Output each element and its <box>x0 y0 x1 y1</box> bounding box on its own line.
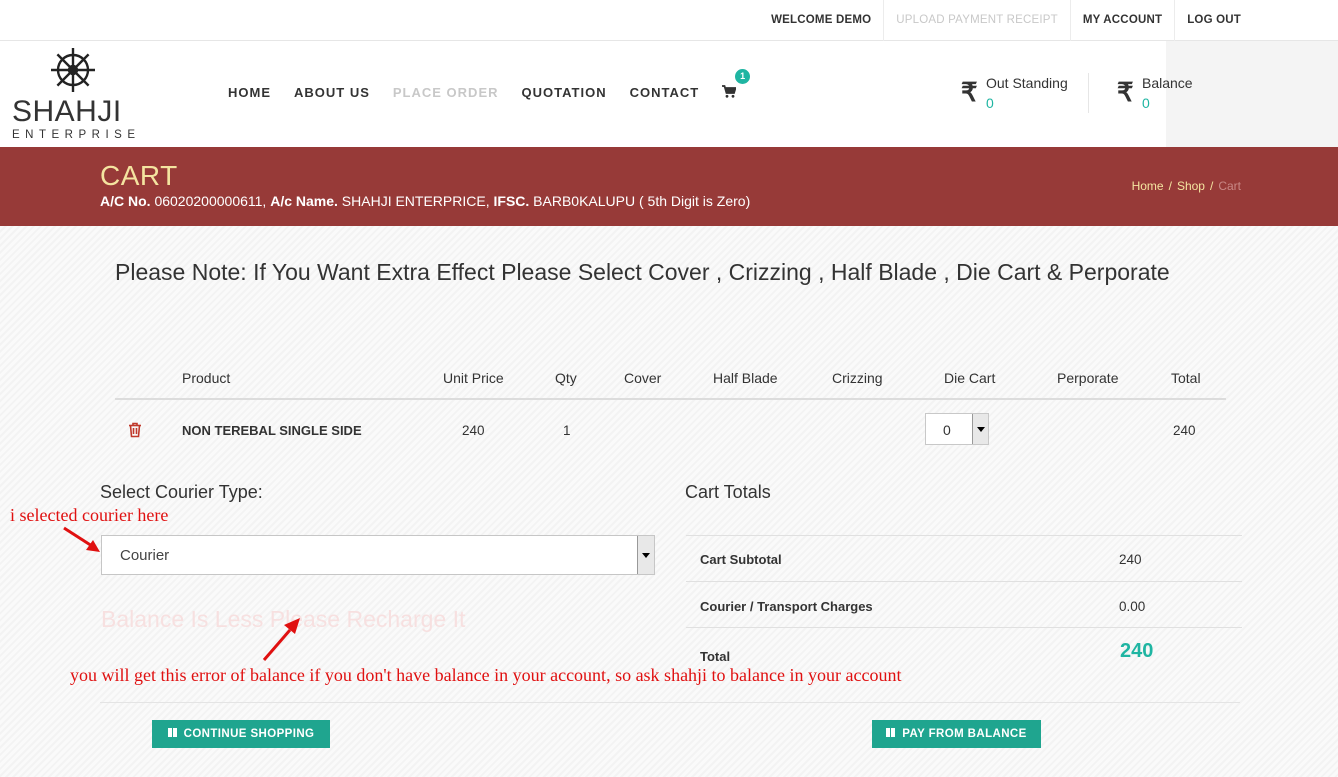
breadcrumb-home[interactable]: Home <box>1132 179 1164 193</box>
total-value: 240 <box>1120 640 1154 662</box>
nav-about[interactable]: ABOUT US <box>294 85 370 100</box>
nav-contact[interactable]: CONTACT <box>630 85 700 100</box>
shopping-cart-icon <box>722 85 737 98</box>
gift-icon <box>886 728 896 737</box>
trash-icon[interactable] <box>128 422 142 438</box>
subtotal-label: Cart Subtotal <box>700 552 782 567</box>
stat-divider <box>1088 73 1089 113</box>
breadcrumb-shop[interactable]: Shop <box>1177 179 1205 193</box>
header-cover: Cover <box>624 370 662 386</box>
divider <box>100 702 1240 703</box>
breadcrumb-current: Cart <box>1218 179 1241 193</box>
logo[interactable]: SHAHJI ENTERPRISE <box>12 45 142 141</box>
upload-receipt-link[interactable]: UPLOAD PAYMENT RECEIPT <box>883 0 1070 41</box>
breadcrumb: Home / Shop / Cart <box>1132 179 1241 193</box>
welcome-text: WELCOME DEMO <box>771 14 872 26</box>
header-perporate: Perporate <box>1057 370 1119 386</box>
nav-quotation[interactable]: QUOTATION <box>522 85 607 100</box>
pay-from-balance-label: PAY FROM BALANCE <box>902 728 1027 740</box>
header-product: Product <box>182 370 231 386</box>
rupee-icon: ₹ <box>1117 77 1134 107</box>
courier-type-select[interactable]: Courier <box>101 535 655 575</box>
nav-home[interactable]: HOME <box>228 85 271 100</box>
nav-place-order[interactable]: PLACE ORDER <box>393 85 499 100</box>
effects-note: Please Note: If You Want Extra Effect Pl… <box>115 259 1170 285</box>
charges-row: Courier / Transport Charges 0.00 <box>686 581 1242 627</box>
cart-count-badge: 1 <box>735 69 751 84</box>
top-bar: WELCOME DEMO UPLOAD PAYMENT RECEIPT MY A… <box>0 0 1338 41</box>
die-cart-select[interactable]: 0 <box>925 413 989 445</box>
header-half-blade: Half Blade <box>713 370 778 386</box>
outstanding-label: Out Standing <box>986 75 1068 91</box>
balance-label: Balance <box>1142 75 1193 91</box>
header-die-cart: Die Cart <box>944 370 996 386</box>
logo-name: SHAHJI <box>12 95 122 128</box>
breadcrumb-separator: / <box>1168 179 1172 193</box>
die-cart-value: 0 <box>943 422 951 438</box>
annotation-courier: i selected courier here <box>10 505 169 525</box>
account-info: A/C No. 06020200000611, A/c Name. SHAHJI… <box>100 193 750 209</box>
header-qty: Qty <box>555 370 577 386</box>
header-crizzing: Crizzing <box>832 370 883 386</box>
quantity: 1 <box>563 423 571 438</box>
annotation-error: you will get this error of balance if yo… <box>70 665 902 685</box>
acname-label: A/c Name. <box>270 193 338 209</box>
cart-totals-title: Cart Totals <box>685 482 771 502</box>
pay-from-balance-button[interactable]: PAY FROM BALANCE <box>872 720 1041 748</box>
breadcrumb-separator: / <box>1209 179 1214 193</box>
courier-title: Select Courier Type: <box>100 482 263 502</box>
my-account-link[interactable]: MY ACCOUNT <box>1069 0 1174 41</box>
header-unit-price: Unit Price <box>443 370 504 386</box>
continue-shopping-button[interactable]: CONTINUE SHOPPING <box>152 720 330 748</box>
outstanding-value: 0 <box>986 95 994 111</box>
courier-selected-value: Courier <box>120 547 170 564</box>
row-total: 240 <box>1173 423 1196 438</box>
ifsc-value: BARB0KALUPU ( 5th Digit is Zero) <box>533 193 751 209</box>
cart-table: Product Unit Price Qty Cover Half Blade … <box>115 358 1226 460</box>
acno-label: A/C No. <box>100 193 151 209</box>
balance-value: 0 <box>1142 95 1150 111</box>
chevron-down-icon[interactable] <box>637 536 654 574</box>
unit-price: 240 <box>462 423 485 438</box>
ifsc-label: IFSC. <box>493 193 530 209</box>
rupee-icon: ₹ <box>961 77 978 107</box>
chevron-down-icon[interactable] <box>972 414 988 444</box>
product-name[interactable]: NON TEREBAL SINGLE SIDE <box>182 423 362 438</box>
header-side-panel <box>1166 41 1338 147</box>
charges-label: Courier / Transport Charges <box>700 599 873 614</box>
header-total: Total <box>1171 370 1201 386</box>
table-row: NON TEREBAL SINGLE SIDE 240 1 0 240 <box>115 400 1226 460</box>
cart-content: Please Note: If You Want Extra Effect Pl… <box>0 226 1338 777</box>
cart-button[interactable]: 1 <box>722 69 751 99</box>
gift-icon <box>167 728 177 737</box>
subtotal-value: 240 <box>1119 552 1142 567</box>
site-header: SHAHJI ENTERPRISE HOME ABOUT US PLACE OR… <box>0 41 1338 147</box>
ship-wheel-icon <box>51 48 95 92</box>
top-links: WELCOME DEMO UPLOAD PAYMENT RECEIPT MY A… <box>759 0 1253 41</box>
logout-link[interactable]: LOG OUT <box>1174 0 1253 41</box>
red-arrow-icon <box>262 618 300 661</box>
page-title: CART <box>100 160 178 191</box>
subtotal-row: Cart Subtotal 240 <box>686 535 1242 581</box>
continue-shopping-label: CONTINUE SHOPPING <box>183 728 315 740</box>
charges-value: 0.00 <box>1119 599 1146 614</box>
total-label: Total <box>700 649 731 664</box>
page-banner: CART A/C No. 06020200000611, A/c Name. S… <box>0 147 1338 226</box>
acname-value: SHAHJI ENTERPRICE, <box>341 193 490 209</box>
logo-subtitle: ENTERPRISE <box>12 129 141 141</box>
main-nav: HOME ABOUT US PLACE ORDER QUOTATION CONT… <box>228 41 751 143</box>
acno-value: 06020200000611, <box>154 193 267 209</box>
table-header: Product Unit Price Qty Cover Half Blade … <box>115 358 1226 400</box>
red-arrow-icon <box>63 526 100 552</box>
